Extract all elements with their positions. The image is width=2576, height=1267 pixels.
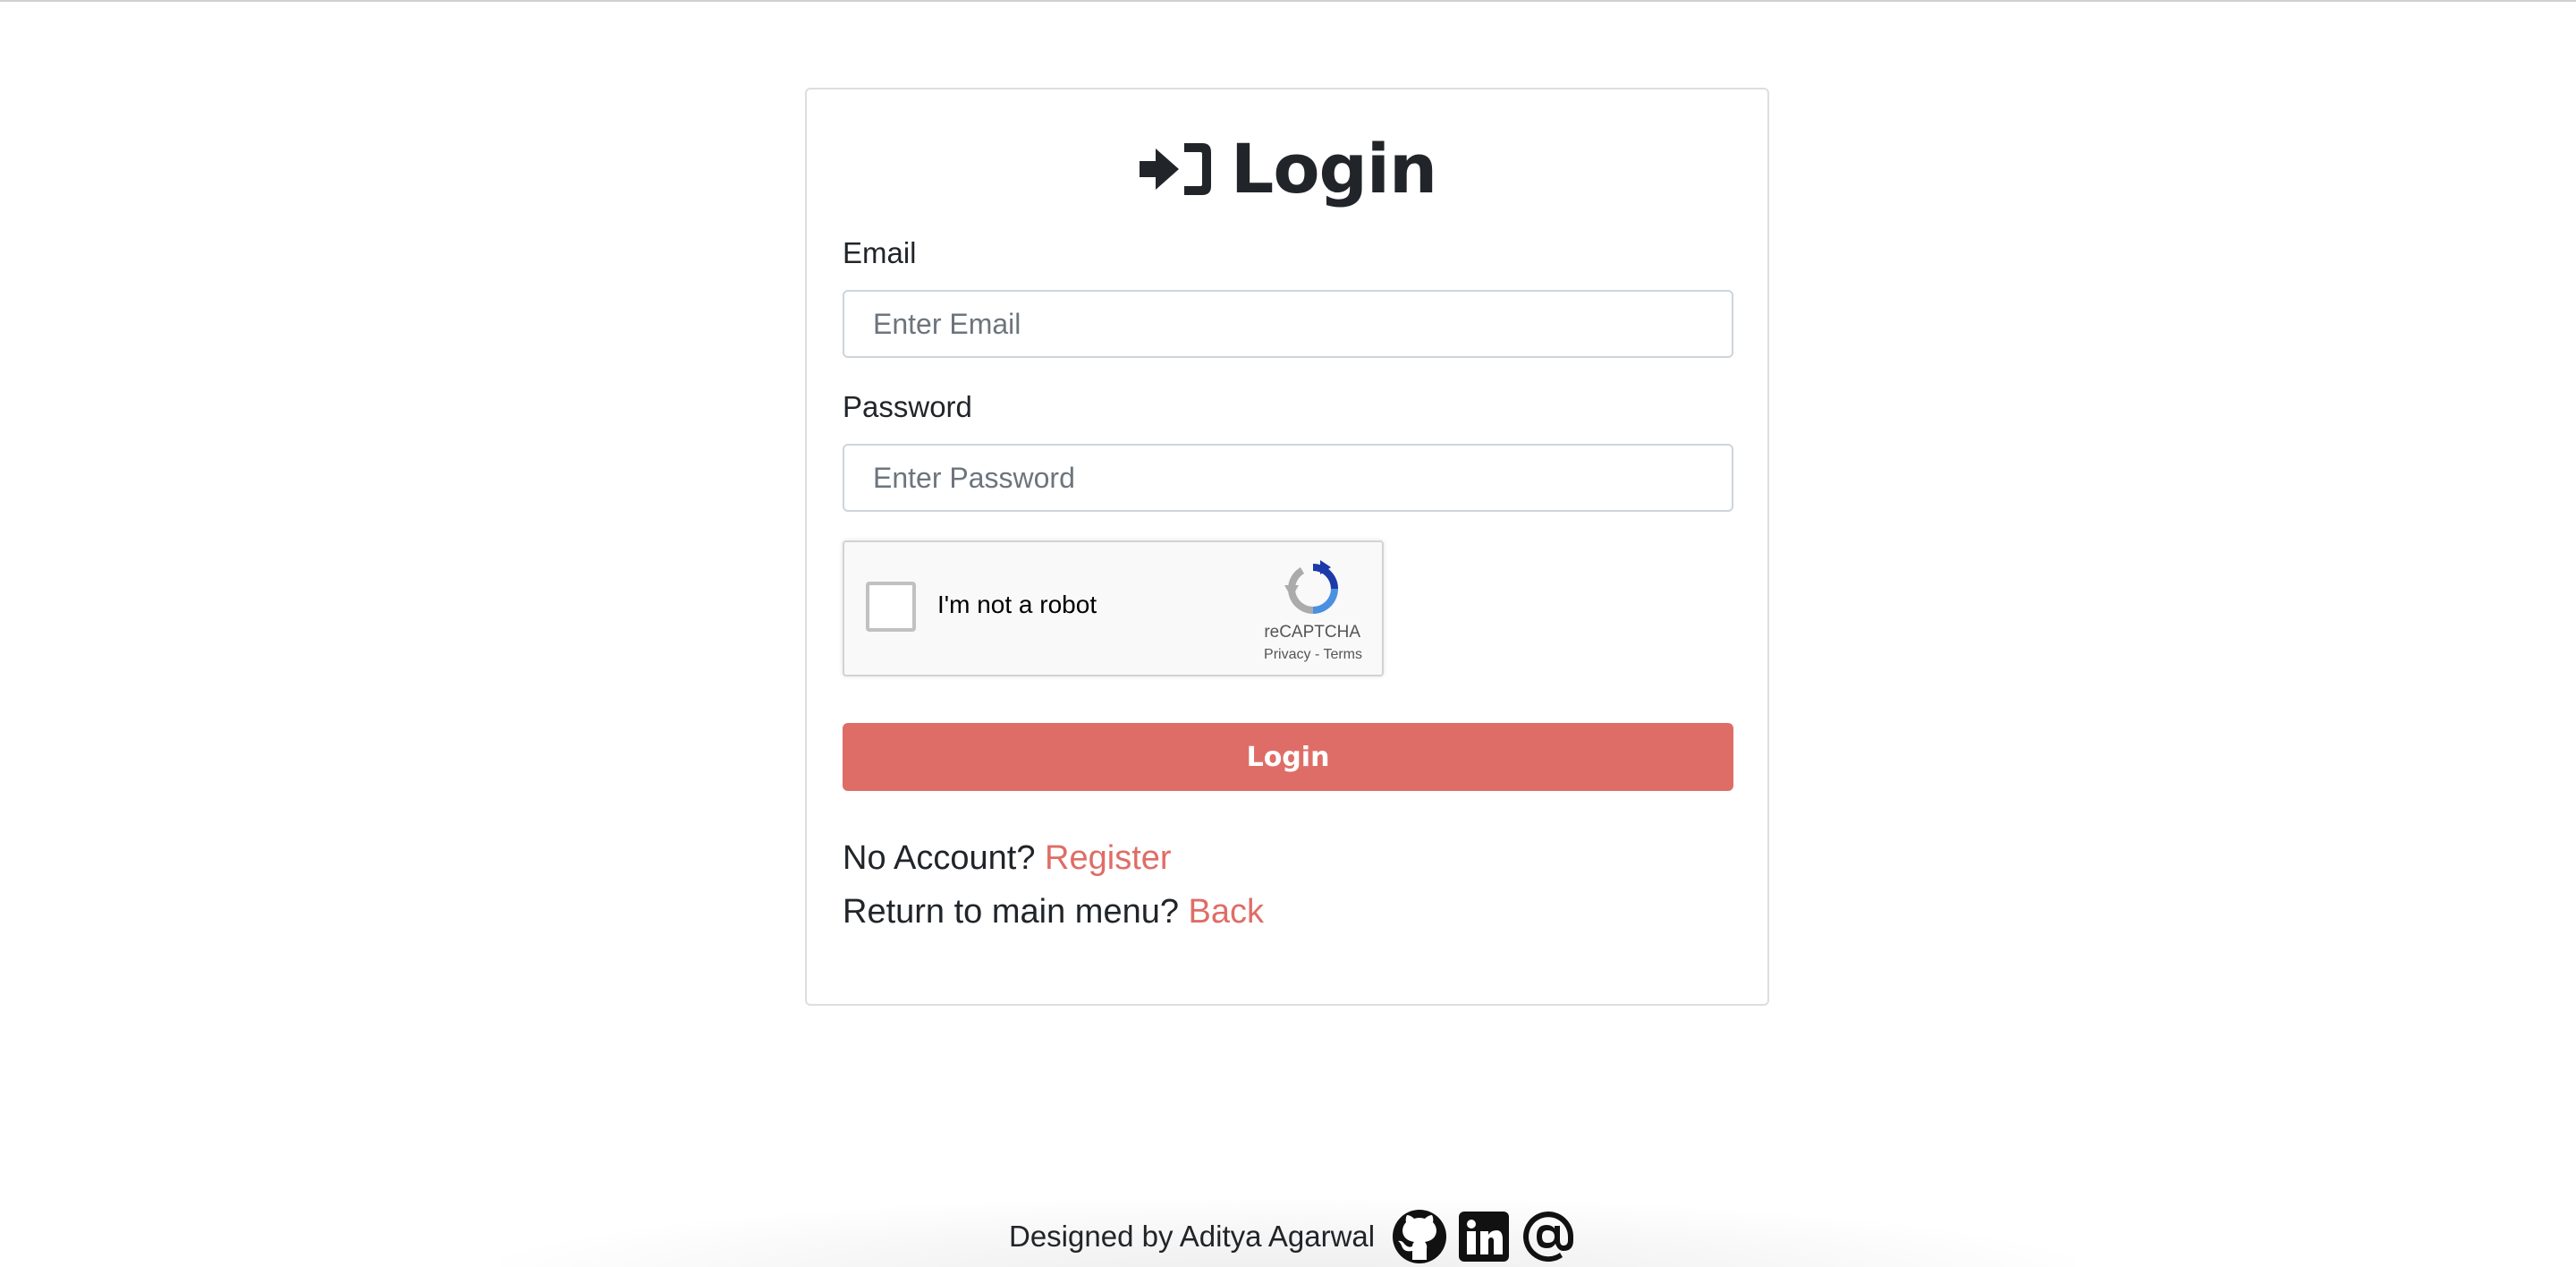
sign-in-icon <box>1139 143 1211 195</box>
page-title: Login <box>0 129 2576 209</box>
password-field[interactable] <box>843 444 1733 512</box>
back-row: Return to main menu? Back <box>843 893 1264 931</box>
footer-credit: Designed by Aditya Agarwal <box>1009 1220 1376 1253</box>
register-row: No Account? Register <box>843 839 1172 878</box>
email-label: Email <box>843 236 917 269</box>
top-divider <box>0 0 2576 2</box>
recaptcha-links: Privacy - Terms <box>1264 647 1362 663</box>
recaptcha-logo-icon <box>1284 560 1338 614</box>
recaptcha-label: I'm not a robot <box>937 591 1097 618</box>
recaptcha-link-separator: - <box>1310 647 1324 662</box>
recaptcha-widget: I'm not a robot reCAPTCHA Privacy - Term… <box>843 540 1384 676</box>
footer-credit-row: Designed by Aditya Agarwal <box>1009 1206 1577 1267</box>
email-at-icon[interactable] <box>1520 1208 1577 1265</box>
github-icon[interactable] <box>1391 1208 1448 1265</box>
linkedin-icon[interactable] <box>1455 1208 1513 1265</box>
register-prompt: No Account? <box>843 839 1046 877</box>
page-title-text: Login <box>1230 129 1437 208</box>
back-prompt: Return to main menu? <box>843 893 1189 931</box>
password-label: Password <box>843 390 972 423</box>
back-link[interactable]: Back <box>1189 893 1264 931</box>
recaptcha-checkbox[interactable] <box>866 582 916 632</box>
recaptcha-privacy-link[interactable]: Privacy <box>1264 647 1310 662</box>
register-link[interactable]: Register <box>1045 839 1172 877</box>
recaptcha-terms-link[interactable]: Terms <box>1323 647 1362 662</box>
email-field[interactable] <box>843 290 1733 358</box>
recaptcha-brand: reCAPTCHA <box>1264 623 1360 642</box>
login-button[interactable]: Login <box>843 723 1733 791</box>
